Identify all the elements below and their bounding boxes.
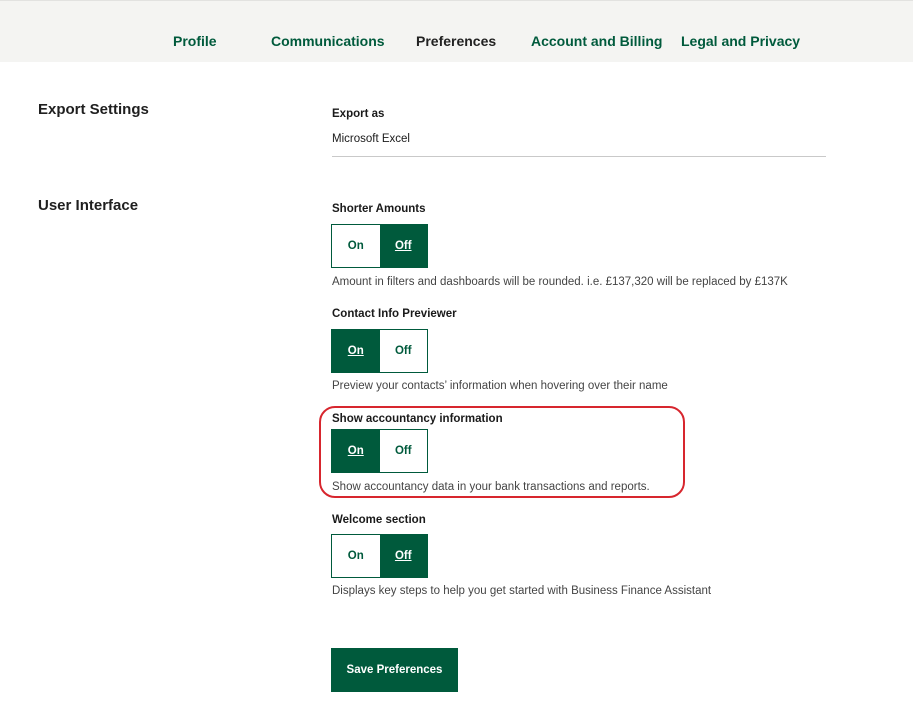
export-settings-heading: Export Settings: [38, 101, 149, 118]
show-accountancy-off-button[interactable]: Off: [379, 430, 427, 472]
contact-info-previewer-off-button[interactable]: Off: [379, 330, 427, 372]
show-accountancy-on-button[interactable]: On: [332, 430, 380, 472]
contact-info-previewer-toggle: On Off: [331, 329, 428, 373]
export-as-label: Export as: [332, 108, 385, 120]
show-accountancy-description: Show accountancy data in your bank trans…: [332, 481, 650, 493]
shorter-amounts-off-button[interactable]: Off: [379, 225, 427, 267]
contact-info-previewer-title: Contact Info Previewer: [332, 308, 457, 320]
welcome-section-title: Welcome section: [332, 514, 426, 526]
contact-info-previewer-on-button[interactable]: On: [332, 330, 380, 372]
contact-info-previewer-description: Preview your contacts’ information when …: [332, 380, 668, 392]
welcome-section-toggle: On Off: [331, 534, 428, 578]
top-navigation: Profile Communications Preferences Accou…: [0, 0, 913, 62]
save-preferences-button[interactable]: Save Preferences: [331, 648, 458, 692]
user-interface-heading: User Interface: [38, 197, 139, 214]
nav-tab-legal-and-privacy[interactable]: Legal and Privacy: [681, 32, 800, 50]
shorter-amounts-title: Shorter Amounts: [332, 203, 426, 215]
show-accountancy-title: Show accountancy information: [332, 413, 503, 425]
shorter-amounts-on-button[interactable]: On: [332, 225, 380, 267]
welcome-section-description: Displays key steps to help you get start…: [332, 585, 712, 597]
welcome-section-off-button[interactable]: Off: [379, 535, 427, 577]
nav-tab-account-and-billing[interactable]: Account and Billing: [531, 32, 662, 50]
export-format-select[interactable]: Microsoft Excel: [332, 133, 410, 145]
nav-tab-preferences[interactable]: Preferences: [416, 32, 496, 50]
shorter-amounts-description: Amount in filters and dashboards will be…: [332, 276, 788, 288]
nav-tab-communications[interactable]: Communications: [271, 32, 385, 50]
nav-tab-profile[interactable]: Profile: [173, 32, 217, 50]
shorter-amounts-toggle: On Off: [331, 224, 428, 268]
export-field-underline: [332, 156, 826, 157]
welcome-section-on-button[interactable]: On: [332, 535, 380, 577]
show-accountancy-toggle: On Off: [331, 429, 428, 473]
